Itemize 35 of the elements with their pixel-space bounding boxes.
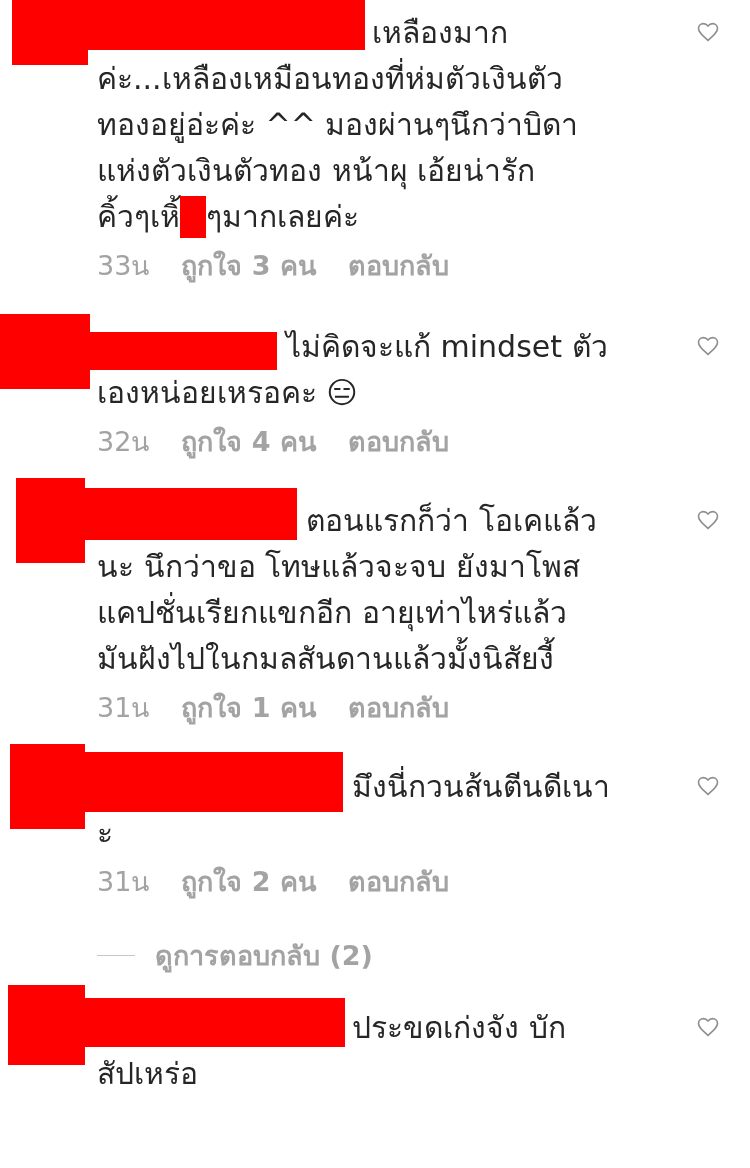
- reply-link[interactable]: ตอบกลับ: [347, 690, 449, 726]
- comment-text: คิ้วๆเหิ้: [97, 194, 180, 240]
- comment-time: 31น: [97, 865, 150, 899]
- reply-link[interactable]: ตอบกลับ: [347, 864, 449, 900]
- likes-link[interactable]: ถูกใจ 1 คน: [181, 690, 316, 726]
- view-replies-link[interactable]: ดูการตอบกลับ (2): [155, 934, 373, 977]
- comment-text: แคปชั่นเรียกแขกอีก อายุเท่าไหร่แล้ว: [97, 590, 567, 636]
- redaction-block: [180, 196, 206, 238]
- heart-icon[interactable]: [696, 508, 720, 532]
- comment-text: ตอนแรกก็ว่า โอเคแล้ว: [306, 501, 597, 540]
- comment-text: มึงนี่กวนส้นตีนดีเนา: [352, 764, 610, 810]
- heart-icon[interactable]: [696, 20, 720, 44]
- comment-text: ๆมากเลยค่ะ: [206, 198, 359, 236]
- comment-text: ประขดเก่งจัง บัก: [352, 1009, 566, 1047]
- comment-text: เองหน่อยเหรอคะ 😑: [97, 374, 358, 412]
- heart-icon[interactable]: [696, 1015, 720, 1039]
- comment-text: มันฝังไปในกมลสันดานแล้วมั้งนิสัยงี้: [97, 636, 554, 682]
- reply-link[interactable]: ตอบกลับ: [347, 424, 449, 460]
- comment-text: แห่งตัวเงินตัวทอง หน้าผุ เอ้ยน่ารัก: [97, 152, 536, 192]
- comment-text: เหลืองมาก: [372, 14, 508, 52]
- reply-link[interactable]: ตอบกลับ: [347, 248, 449, 284]
- comment-text: ไม่คิดจะแก้ mindset ตัว: [286, 328, 608, 366]
- heart-icon[interactable]: [696, 774, 720, 798]
- comment-time: 33น: [97, 249, 150, 283]
- likes-link[interactable]: ถูกใจ 4 คน: [181, 424, 316, 460]
- comment-time: 32น: [97, 425, 150, 459]
- comment-text: ค่ะ...เหลืองเหมือนทองที่ห่มตัวเงินตัว: [97, 56, 563, 102]
- comment-text: ะ: [97, 814, 113, 852]
- comment-time: 31น: [97, 691, 150, 725]
- likes-link[interactable]: ถูกใจ 3 คน: [181, 248, 316, 284]
- comment-text: นะ นึกว่าขอ โทษแล้วจะจบ ยังมาโพส: [97, 548, 580, 586]
- likes-link[interactable]: ถูกใจ 2 คน: [181, 864, 316, 900]
- comment-text: สัปเหร่อ: [97, 1055, 198, 1093]
- heart-icon[interactable]: [696, 334, 720, 358]
- comment-text: ทองอยู่อ่ะค่ะ ^^ มองผ่านๆนึกว่าบิดา: [97, 106, 579, 145]
